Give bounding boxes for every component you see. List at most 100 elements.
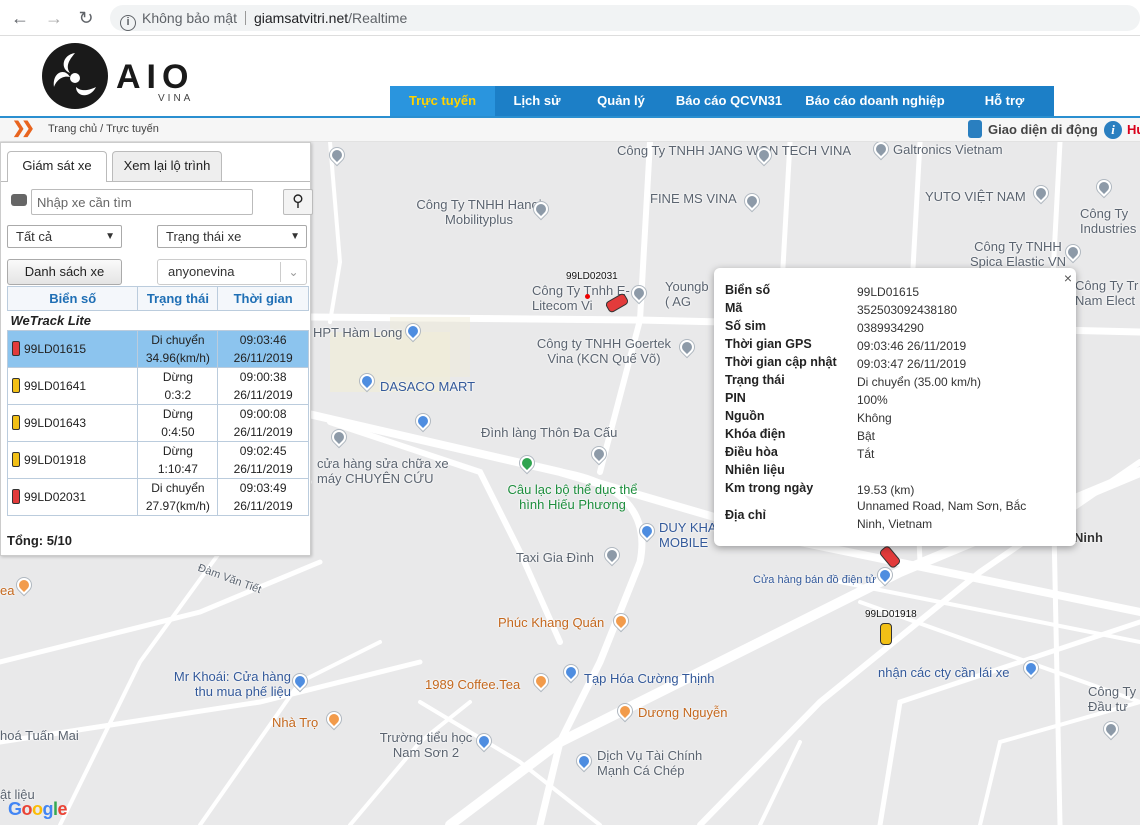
column-header-plate[interactable]: Biển số: [6, 286, 139, 311]
account-select-value: anyonevina: [168, 264, 235, 279]
poi-label[interactable]: Ninh: [1074, 530, 1103, 545]
poi-label[interactable]: Trường tiểu học Nam Sơn 2: [376, 730, 476, 760]
status-filter-select[interactable]: Trạng thái xe ▼: [157, 225, 307, 248]
poi-label[interactable]: HPT Hàm Long: [313, 325, 402, 340]
search-row: ⚲: [9, 189, 314, 215]
info-value: 0389934290: [857, 321, 924, 335]
info-key: Số sim: [725, 319, 766, 333]
poi-label[interactable]: Galtronics Vietnam: [893, 142, 1003, 157]
address-bar[interactable]: i Không bảo mật giamsatvitri.net/Realtime: [110, 5, 1140, 31]
poi-label[interactable]: Taxi Gia Đình: [516, 550, 594, 565]
table-row[interactable]: 99LD01643 Dừng 0:4:50 09:00:08 26/11/2019: [6, 404, 309, 442]
info-key: Điều hòa: [725, 445, 778, 459]
logo-icon[interactable]: [42, 43, 108, 109]
menu-item-report-qcvn31[interactable]: Báo cáo QCVN31: [663, 86, 795, 116]
group-row[interactable]: WeTrack Lite: [8, 311, 309, 331]
poi-label[interactable]: DUY KHA MOBILE: [659, 520, 719, 550]
breadcrumb[interactable]: Trang chủ / Trực tuyến: [48, 123, 159, 135]
info-key: PIN: [725, 391, 746, 405]
close-icon[interactable]: ×: [1064, 270, 1072, 286]
poi-label[interactable]: cửa hàng sửa chữa xe máy CHUYÊN CỨU: [317, 456, 467, 486]
time-cell: 09:00:08: [239, 407, 287, 421]
account-select[interactable]: anyonevina ⌄: [157, 259, 307, 285]
poi-label[interactable]: FINE MS VINA: [650, 191, 737, 206]
status-detail-cell: 34.96(km/h): [145, 351, 210, 365]
poi-label[interactable]: Câu lạc bộ thể dục thể hình Hiếu Phương: [500, 482, 645, 512]
search-input[interactable]: [31, 189, 253, 215]
poi-label[interactable]: Đình làng Thôn Đa Cấu: [481, 425, 617, 440]
info-value: Bật: [857, 429, 876, 443]
status-filter-value: Trạng thái xe: [166, 229, 242, 244]
poi-label[interactable]: Công Ty Tr Nam Elect: [1075, 278, 1140, 308]
back-icon[interactable]: ←: [8, 6, 32, 30]
status-cell: Dừng: [162, 370, 193, 384]
poi-label[interactable]: nhận các cty cần lái xe: [878, 665, 1010, 680]
plate-cell: 99LD02031: [24, 490, 87, 504]
site-header: AIO VINA Trực tuyến Lịch sử Quản lý Báo …: [0, 36, 1140, 118]
info-key: Biển số: [725, 283, 771, 297]
poi-label[interactable]: YUTO VIỆT NAM: [925, 189, 1026, 204]
help-info-icon[interactable]: i: [1104, 121, 1122, 139]
column-header-status[interactable]: Trạng thái: [137, 286, 219, 311]
tab-route-replay[interactable]: Xem lại lộ trình: [112, 151, 222, 181]
info-value: 09:03:47 26/11/2019: [857, 357, 967, 371]
poi-label[interactable]: Cửa hàng bán đồ điện tử: [753, 573, 876, 588]
poi-label[interactable]: Mr Khoái: Cửa hàng thu mua phế liệu: [163, 669, 291, 699]
vehicle-marker-label: 99LD02031: [566, 271, 618, 282]
poi-label[interactable]: Youngb ( AG: [665, 279, 715, 309]
vehicle-info-popup: × Biển số 99LD01615 Mã 352503092438180 Số …: [714, 268, 1076, 546]
tab-monitor[interactable]: Giám sát xe: [7, 151, 107, 182]
poi-label[interactable]: Dịch Vụ Tài Chính Mạnh Cá Chép: [597, 748, 727, 778]
help-link[interactable]: Hư: [1127, 122, 1140, 137]
table-row[interactable]: 99LD01918 Dừng 1:10:47 09:02:45 26/11/2019: [6, 441, 309, 479]
status-detail-cell: 0:4:50: [161, 425, 195, 439]
poi-label[interactable]: Nhà Trọ: [272, 715, 318, 730]
table-row[interactable]: 99LD02031 Di chuyển 27.97(km/h) 09:03:49 2…: [6, 478, 309, 516]
table-row[interactable]: 99LD01615 Di chuyển 34.96(km/h) 09:03:46 2…: [6, 330, 309, 368]
poi-label[interactable]: 1989 Coffee.Tea: [425, 677, 520, 692]
table-row[interactable]: 99LD01641 Dừng 0:3:2 09:00:38 26/11/2019: [6, 367, 309, 405]
mobile-view-link[interactable]: Giao diện di động: [968, 120, 1098, 140]
info-key: Nguồn: [725, 409, 765, 423]
poi-label[interactable]: ea: [0, 583, 14, 598]
vehicle-total: Tổng: 5/10: [7, 533, 73, 548]
menu-item-realtime[interactable]: Trực tuyến: [390, 86, 495, 116]
info-value: 100%: [857, 393, 888, 407]
poi-label[interactable]: Công Ty TNHH Hanoi Mobilityplus: [414, 197, 544, 227]
vehicle-list-button[interactable]: Danh sách xe: [7, 259, 122, 285]
vehicle-marker-label: 99LD01918: [865, 609, 917, 620]
menu-item-business-report[interactable]: Báo cáo doanh nghiệp: [795, 86, 955, 116]
info-value: 09:03:46 26/11/2019: [857, 339, 967, 353]
forward-icon[interactable]: →: [42, 6, 66, 30]
column-header-time[interactable]: Thời gian: [217, 286, 309, 311]
poi-label[interactable]: Dương Nguyễn: [638, 705, 728, 720]
poi-label[interactable]: Phúc Khang Quán: [498, 615, 604, 630]
info-value: Unnamed Road, Nam Sơn, Bắc Ninh, Vietnam: [857, 499, 1027, 531]
plate-cell: 99LD01643: [24, 416, 87, 430]
vehicle-marker[interactable]: [880, 623, 892, 645]
group-filter-select[interactable]: Tất cả ▼: [7, 225, 122, 248]
logo-text: AIO: [116, 58, 195, 96]
vehicle-panel: Giám sát xe Xem lại lộ trình ⚲ Tất cả ▼ T…: [0, 142, 314, 556]
poi-label[interactable]: hoá Tuấn Mai: [0, 728, 79, 743]
poi-label[interactable]: DASACO MART: [380, 379, 475, 394]
info-key: Thời gian GPS: [725, 337, 812, 351]
poi-label[interactable]: Công Ty TNHH JANG WON TECH VINA: [617, 143, 851, 158]
info-icon[interactable]: i: [120, 15, 136, 31]
breadcrumb-bar: ❯❯ Trang chủ / Trực tuyến Giao diện di đ…: [0, 118, 1140, 142]
poi-label[interactable]: Tạp Hóa Cường Thịnh: [584, 671, 714, 686]
poi-label[interactable]: Công Ty Đầu tư: [1088, 684, 1140, 714]
poi-label[interactable]: Công ty TNHH Goertek Vina (KCN Quế Võ): [525, 336, 683, 366]
plate-cell: 99LD01615: [24, 342, 87, 356]
url-path: /Realtime: [348, 10, 408, 26]
menu-item-history[interactable]: Lịch sử: [495, 86, 579, 116]
search-icon[interactable]: ⚲: [283, 189, 313, 215]
plate-cell: 99LD01918: [24, 453, 87, 467]
menu-item-manage[interactable]: Quản lý: [579, 86, 663, 116]
reload-icon[interactable]: ↻: [74, 6, 98, 30]
main-menu: Trực tuyến Lịch sử Quản lý Báo cáo QCVN3…: [390, 86, 1054, 116]
info-key: Thời gian cập nhật: [725, 355, 837, 369]
poi-label[interactable]: Công Ty Industries: [1080, 206, 1140, 236]
poi-label[interactable]: Công Ty TNHH Spica Elastic VN: [958, 239, 1078, 269]
menu-item-support[interactable]: Hỗ trợ: [955, 86, 1054, 116]
